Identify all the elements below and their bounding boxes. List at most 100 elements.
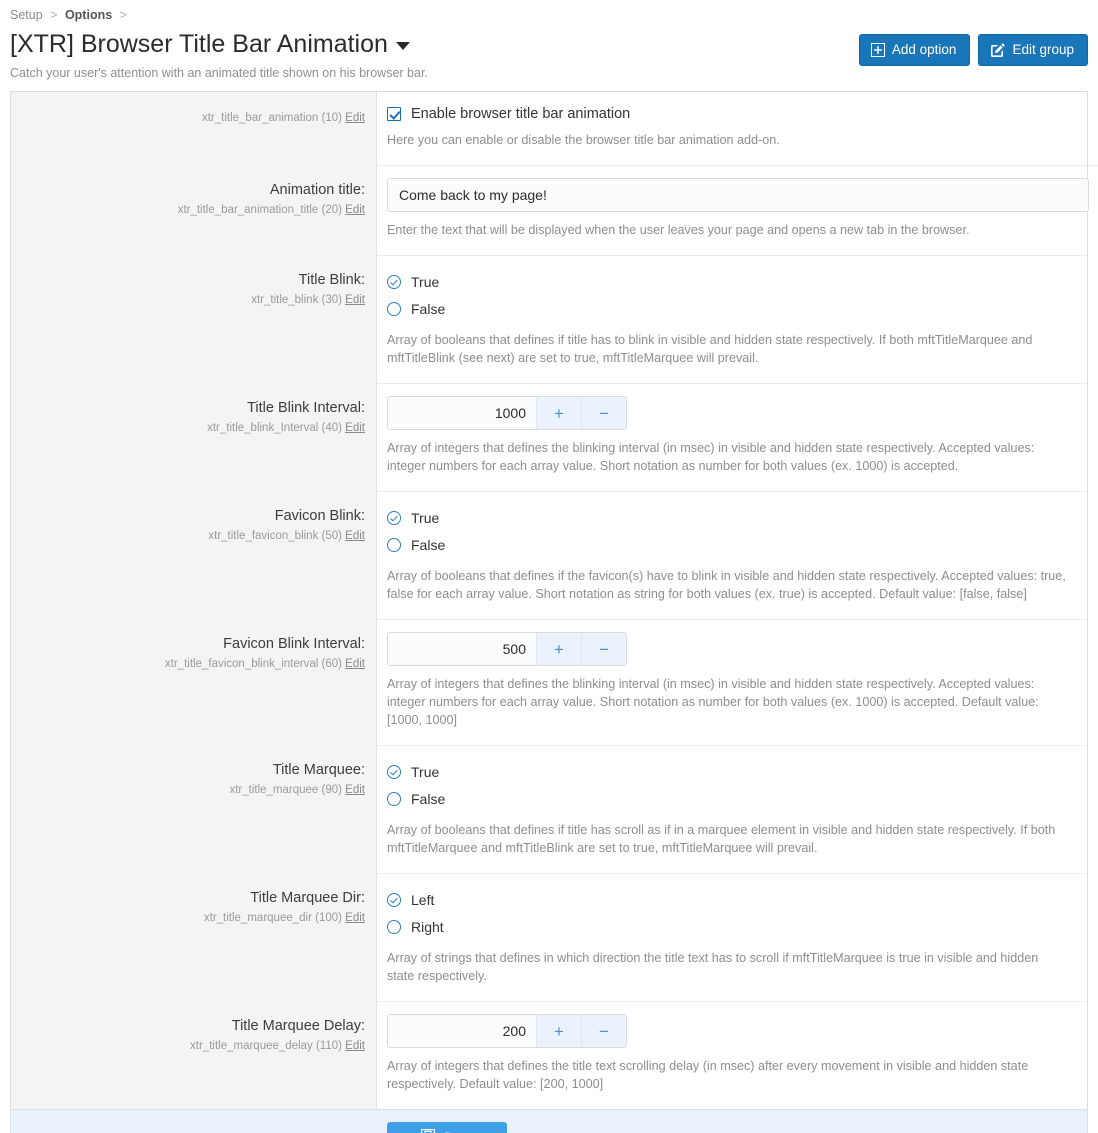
- option-field-column: True False Array of booleans that defines …: [377, 491, 1087, 619]
- radio-label[interactable]: True: [411, 510, 439, 526]
- decrement-button[interactable]: −: [581, 1015, 626, 1047]
- option-key: xtr_title_bar_animation_title (20) Edit: [23, 202, 365, 219]
- option-edit-link[interactable]: Edit: [345, 912, 365, 924]
- option-help-text: Enter the text that will be displayed wh…: [387, 223, 970, 237]
- number-input[interactable]: [388, 1015, 536, 1047]
- option-label-column: Title Blink Interval: xtr_title_blink_Int…: [11, 383, 377, 491]
- option-label-column: Title Blink: xtr_title_blink (30) Edit: [11, 255, 377, 383]
- option-edit-link[interactable]: Edit: [345, 422, 365, 434]
- breadcrumb-separator-2: >: [119, 8, 127, 22]
- option-field-column: Enable browser title bar animation Here y…: [377, 92, 1087, 165]
- radio-selected-icon[interactable]: [387, 274, 401, 289]
- option-row: Title Blink: xtr_title_blink (30) Edit Tru…: [11, 255, 1087, 383]
- radio-unselected-icon[interactable]: [387, 537, 401, 552]
- option-edit-link[interactable]: Edit: [345, 658, 365, 670]
- option-row: Title Marquee Delay: xtr_title_marquee_de…: [11, 1001, 1087, 1109]
- decrement-button[interactable]: −: [581, 633, 626, 665]
- option-help-text: Array of strings that defines in which d…: [387, 951, 1039, 983]
- breadcrumb-item-options[interactable]: Options: [65, 8, 112, 22]
- add-option-label: Add option: [891, 42, 957, 57]
- increment-button[interactable]: +: [536, 397, 581, 429]
- radio-label[interactable]: True: [411, 764, 439, 780]
- options-panel: xtr_title_bar_animation (10) Edit Enable …: [10, 91, 1098, 1109]
- enable-checkbox[interactable]: [387, 107, 401, 121]
- animation-title-input[interactable]: [387, 178, 1089, 212]
- plus-square-icon: [870, 43, 885, 57]
- radio-unselected-icon[interactable]: [387, 919, 401, 934]
- option-row: xtr_title_bar_animation (10) Edit Enable …: [11, 92, 1087, 165]
- edit-group-button[interactable]: Edit group: [978, 34, 1088, 66]
- option-key: xtr_title_marquee_delay (110) Edit: [23, 1038, 365, 1055]
- option-row: Favicon Blink: xtr_title_favicon_blink (5…: [11, 491, 1087, 619]
- save-button[interactable]: Save: [387, 1121, 507, 1133]
- radio-option[interactable]: False: [387, 785, 1069, 812]
- option-edit-link[interactable]: Edit: [345, 1040, 365, 1052]
- option-help-text: Array of booleans that defines if the fa…: [387, 569, 1066, 601]
- option-label: Title Marquee Delay:: [231, 1018, 365, 1034]
- option-edit-link[interactable]: Edit: [345, 204, 365, 216]
- radio-unselected-icon[interactable]: [387, 791, 401, 806]
- radio-label[interactable]: False: [411, 791, 445, 807]
- radio-selected-icon[interactable]: [387, 510, 401, 525]
- chevron-down-icon[interactable]: [395, 42, 410, 50]
- option-label: Title Marquee Dir:: [250, 890, 365, 906]
- option-label-column: Animation title: xtr_title_bar_animation_…: [11, 165, 377, 255]
- number-stepper[interactable]: +−: [387, 632, 627, 666]
- pencil-square-icon: [990, 43, 1005, 58]
- option-key: xtr_title_bar_animation (10) Edit: [23, 110, 365, 127]
- option-label: Favicon Blink Interval:: [223, 636, 365, 652]
- radio-unselected-icon[interactable]: [387, 301, 401, 316]
- radio-label[interactable]: False: [411, 301, 445, 317]
- decrement-button[interactable]: −: [581, 397, 626, 429]
- increment-button[interactable]: +: [536, 633, 581, 665]
- option-field-column: True False Array of booleans that defines …: [377, 255, 1087, 383]
- option-edit-link[interactable]: Edit: [345, 784, 365, 796]
- number-stepper[interactable]: +−: [387, 1014, 627, 1048]
- number-input[interactable]: [388, 633, 536, 665]
- radio-option[interactable]: Right: [387, 913, 1069, 940]
- title-row: [XTR] Browser Title Bar Animation Catch …: [10, 28, 1088, 81]
- option-field-column: True False Array of booleans that defines …: [377, 745, 1087, 873]
- number-stepper[interactable]: +−: [387, 396, 627, 430]
- option-label-column: xtr_title_bar_animation (10) Edit: [11, 92, 377, 165]
- radio-label[interactable]: Right: [411, 919, 444, 935]
- option-help-text: Array of booleans that defines if title …: [387, 333, 1033, 365]
- option-help-text: Array of integers that defines the title…: [387, 1059, 1029, 1091]
- breadcrumb-item-setup[interactable]: Setup: [10, 8, 43, 22]
- checkbox-row[interactable]: Enable browser title bar animation: [387, 104, 1069, 122]
- options-rows: xtr_title_bar_animation (10) Edit Enable …: [11, 92, 1098, 1109]
- radio-option[interactable]: True: [387, 758, 1069, 785]
- radio-label[interactable]: Left: [411, 892, 434, 908]
- option-edit-link[interactable]: Edit: [345, 112, 365, 124]
- option-edit-link[interactable]: Edit: [345, 294, 365, 306]
- increment-button[interactable]: +: [536, 1015, 581, 1047]
- radio-selected-icon[interactable]: [387, 764, 401, 779]
- radio-option[interactable]: True: [387, 268, 1069, 295]
- add-option-button[interactable]: Add option: [858, 34, 971, 66]
- option-help-text: Array of integers that defines the blink…: [387, 677, 1039, 727]
- radio-option[interactable]: False: [387, 295, 1069, 322]
- option-key-text: xtr_title_blink (30): [251, 294, 342, 306]
- radio-selected-icon[interactable]: [387, 892, 401, 907]
- option-key-text: xtr_title_favicon_blink (50): [208, 530, 342, 542]
- option-row: Title Marquee Dir: xtr_title_marquee_dir …: [11, 873, 1087, 1001]
- header-actions: Add option Edit group: [858, 28, 1088, 66]
- option-label-column: Favicon Blink Interval: xtr_title_favicon…: [11, 619, 377, 745]
- radio-label[interactable]: True: [411, 274, 439, 290]
- option-label-column: Favicon Blink: xtr_title_favicon_blink (5…: [11, 491, 377, 619]
- option-key-text: xtr_title_marquee_delay (110): [190, 1040, 342, 1052]
- checkbox-label[interactable]: Enable browser title bar animation: [411, 106, 630, 122]
- number-input[interactable]: [388, 397, 536, 429]
- form-footer: Save: [10, 1109, 1088, 1133]
- breadcrumb-separator: >: [50, 8, 58, 22]
- radio-option[interactable]: False: [387, 531, 1069, 558]
- radio-option[interactable]: True: [387, 504, 1069, 531]
- radio-label[interactable]: False: [411, 537, 445, 553]
- floppy-disk-icon: [420, 1128, 435, 1133]
- option-help-text: Array of integers that defines the blink…: [387, 441, 1035, 473]
- option-key-text: xtr_title_bar_animation (10): [201, 112, 342, 124]
- radio-option[interactable]: Left: [387, 886, 1069, 913]
- option-key-text: xtr_title_marquee (90): [229, 784, 342, 796]
- option-field-column: Enter the text that will be displayed wh…: [377, 165, 1098, 255]
- option-edit-link[interactable]: Edit: [345, 530, 365, 542]
